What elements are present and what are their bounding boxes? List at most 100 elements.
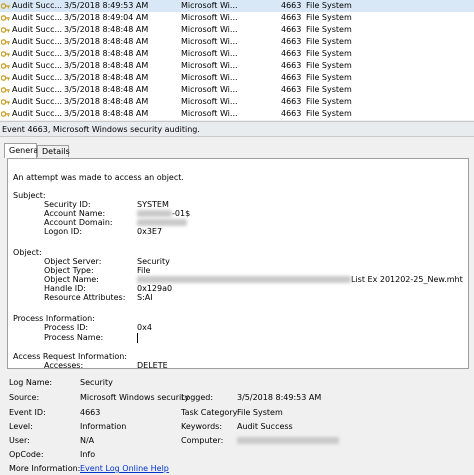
event-row[interactable]: Audit Succ... 3/5/2018 8:48:48 AM Microsof… — [0, 108, 474, 120]
event-row[interactable]: Audit Succ... 3/5/2018 8:49:53 AM Microsof… — [0, 0, 474, 12]
process-id-label: Process ID: — [44, 323, 89, 332]
event-task-category: File System — [306, 13, 352, 22]
event-task-category: File System — [306, 85, 352, 94]
event-task-category: File System — [306, 25, 352, 34]
event-source: Microsoft Wi... — [181, 109, 238, 118]
event-row[interactable]: Audit Succ... 3/5/2018 8:48:48 AM Microsof… — [0, 24, 474, 36]
tab-general[interactable]: General — [4, 143, 41, 158]
logon-id-value: 0x3E7 — [137, 227, 163, 236]
event-task-category: File System — [306, 109, 352, 118]
event-source: Microsoft Wi... — [181, 25, 238, 34]
event-source: Microsoft Wi... — [181, 13, 238, 22]
event-id: 4663 — [281, 109, 302, 118]
tab-details[interactable]: Details — [37, 145, 70, 157]
redacted-text — [237, 437, 339, 444]
event-row[interactable]: Audit Succ... 3/5/2018 8:48:48 AM Microsof… — [0, 84, 474, 96]
event-datetime: 3/5/2018 8:48:48 AM — [64, 85, 149, 94]
log-name-value: Security — [80, 378, 113, 387]
event-datetime: 3/5/2018 8:48:48 AM — [64, 97, 149, 106]
user-value: N/A — [80, 436, 95, 445]
event-list[interactable]: Audit Succ... 3/5/2018 8:49:53 AM Microsof… — [0, 0, 474, 120]
key-lock-icon — [0, 26, 10, 34]
event-row[interactable]: Audit Succ... 3/5/2018 8:49:04 AM Microsof… — [0, 12, 474, 24]
event-id: 4663 — [281, 73, 302, 82]
event-id: 4663 — [281, 61, 302, 70]
opcode-label: OpCode: — [9, 450, 44, 459]
key-lock-icon — [0, 62, 10, 70]
resource-attributes-label: Resource Attributes: — [44, 293, 126, 302]
event-source: Microsoft Wi... — [181, 49, 238, 58]
event-source: Microsoft Wi... — [181, 97, 238, 106]
event-id: 4663 — [281, 49, 302, 58]
event-row[interactable]: Audit Succ... 3/5/2018 8:48:48 AM Microsof… — [0, 36, 474, 48]
key-lock-icon — [0, 98, 10, 106]
event-keyword: Audit Succ... — [12, 61, 63, 70]
event-source: Microsoft Wi... — [181, 1, 238, 10]
event-keyword: Audit Succ... — [12, 49, 63, 58]
event-id-label: Event ID: — [9, 408, 46, 417]
computer-value — [237, 435, 339, 446]
event-id: 4663 — [281, 97, 302, 106]
event-source: Microsoft Wi... — [181, 61, 238, 70]
opcode-value: Info — [80, 450, 96, 459]
event-row[interactable]: Audit Succ... 3/5/2018 8:48:48 AM Microsof… — [0, 60, 474, 72]
text-cursor — [137, 333, 138, 343]
event-datetime: 3/5/2018 8:48:48 AM — [64, 73, 149, 82]
key-lock-icon — [0, 110, 10, 118]
process-id-value: 0x4 — [137, 323, 152, 332]
resource-attributes-value: S:AI — [137, 293, 153, 302]
object-heading: Object: — [13, 248, 42, 257]
event-properties: Log Name: Security Source: Microsoft Win… — [0, 372, 474, 475]
event-id: 4663 — [281, 25, 302, 34]
task-category-value: File System — [237, 408, 283, 417]
process-name-label: Process Name: — [44, 333, 104, 342]
key-lock-icon — [0, 74, 10, 82]
event-keyword: Audit Succ... — [12, 37, 63, 46]
keywords-label: Keywords: — [181, 422, 223, 431]
subject-heading: Subject: — [13, 191, 46, 200]
event-keyword: Audit Succ... — [12, 73, 63, 82]
redacted-text — [137, 219, 187, 226]
message-intro: An attempt was made to access an object. — [13, 173, 184, 182]
user-label: User: — [9, 436, 30, 445]
event-datetime: 3/5/2018 8:48:48 AM — [64, 61, 149, 70]
event-id: 4663 — [281, 37, 302, 46]
logon-id-label: Logon ID: — [44, 227, 83, 236]
object-name-value: List Ex 201202-25_New.mht — [137, 275, 463, 285]
event-keyword: Audit Succ... — [12, 13, 63, 22]
event-id: 4663 — [281, 85, 302, 94]
key-lock-icon — [0, 2, 10, 10]
event-row[interactable]: Audit Succ... 3/5/2018 8:48:48 AM Microsof… — [0, 96, 474, 108]
task-category-label: Task Category: — [181, 408, 240, 417]
event-keyword: Audit Succ... — [12, 109, 63, 118]
event-task-category: File System — [306, 61, 352, 70]
accesses-label: Accesses: — [44, 361, 84, 369]
event-datetime: 3/5/2018 8:48:48 AM — [64, 49, 149, 58]
level-label: Level: — [9, 422, 33, 431]
redacted-text — [137, 276, 351, 283]
logged-label: Logged: — [181, 393, 214, 402]
event-id: 4663 — [281, 13, 302, 22]
level-value: Information — [80, 422, 127, 431]
event-keyword: Audit Succ... — [12, 1, 63, 10]
event-task-category: File System — [306, 73, 352, 82]
event-source: Microsoft Wi... — [181, 85, 238, 94]
event-detail-header: Event 4663, Microsoft Windows security a… — [0, 121, 474, 137]
event-row[interactable]: Audit Succ... 3/5/2018 8:48:48 AM Microsof… — [0, 48, 474, 60]
event-keyword: Audit Succ... — [12, 97, 63, 106]
keywords-value: Audit Success — [237, 422, 293, 431]
event-row[interactable]: Audit Succ... 3/5/2018 8:48:48 AM Microsof… — [0, 72, 474, 84]
log-name-label: Log Name: — [9, 378, 53, 387]
key-lock-icon — [0, 38, 10, 46]
logged-value: 3/5/2018 8:49:53 AM — [237, 393, 322, 402]
computer-label: Computer: — [181, 436, 224, 445]
event-datetime: 3/5/2018 8:49:04 AM — [64, 13, 149, 22]
event-task-category: File System — [306, 37, 352, 46]
event-message-panel[interactable]: An attempt was made to access an object.… — [7, 158, 469, 369]
redacted-text — [137, 210, 172, 217]
event-keyword: Audit Succ... — [12, 25, 63, 34]
event-datetime: 3/5/2018 8:49:53 AM — [64, 1, 149, 10]
accesses-value: DELETE — [137, 361, 168, 369]
event-log-online-help-link[interactable]: Event Log Online Help — [80, 463, 169, 474]
key-lock-icon — [0, 50, 10, 58]
